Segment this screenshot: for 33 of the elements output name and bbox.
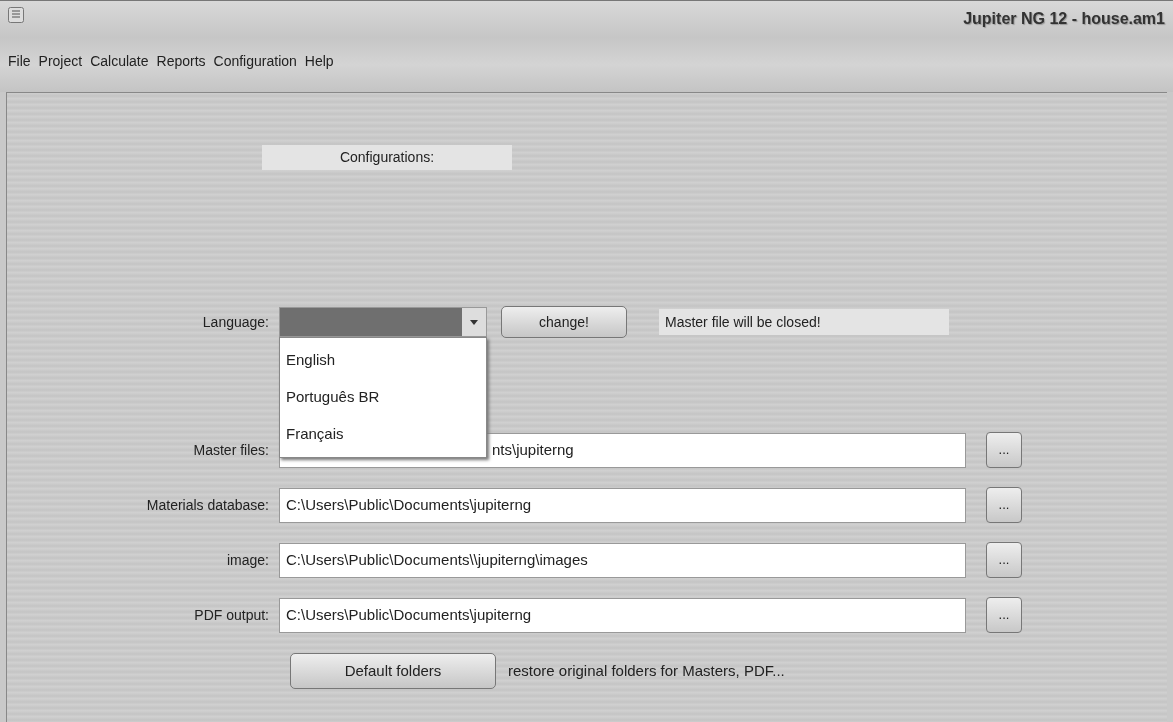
field-label: PDF output: [193,605,270,625]
folder-path-value: nts\jupiterng [492,439,574,460]
browse-button[interactable]: ... [986,597,1022,633]
folder-path-value: C:\Users\Public\Documents\jupiterng [286,604,532,625]
caret-icon [462,308,486,336]
browse-button[interactable]: ... [986,432,1022,468]
menu-item[interactable]: Project [34,51,87,72]
menu-item[interactable]: File [4,51,35,72]
folder-path-field[interactable]: C:\Users\Public\Documents\\jupiterng\images [279,542,966,578]
menu-item[interactable]: Reports [152,51,210,72]
window-menu-icon[interactable] [8,7,24,23]
browse-button[interactable]: ... [986,487,1022,523]
field-label: image: [225,550,270,570]
folder-path-field[interactable]: C:\Users\Public\Documents\jupiterng [279,487,966,523]
change-button[interactable]: change! [501,306,627,338]
menu-item[interactable]: Calculate [86,51,153,72]
menu-item[interactable]: Help [300,51,338,72]
dropdown-option[interactable]: Português BR [280,379,486,416]
field-label: Language: [201,312,270,332]
menu-item[interactable]: Configuration [209,51,301,72]
field-label: Master files: [192,440,270,460]
folder-path-field[interactable]: C:\Users\Public\Documents\jupiterng [279,597,966,633]
field-label: Materials database: [145,495,270,515]
folder-path-value: C:\Users\Public\Documents\jupiterng [286,494,532,515]
default-folders-button[interactable]: Default folders [290,653,496,689]
section-title: Configurations: [262,145,512,170]
default-folders-note: restore original folders for Masters, PDF... [508,660,785,681]
language-dropdown[interactable] [279,307,487,337]
warning-message: Master file will be closed! [659,309,949,335]
window-title: Jupiter NG 12 - house.am1 [963,9,1165,29]
dropdown-option[interactable]: English [280,342,486,379]
browse-button[interactable]: ... [986,542,1022,578]
folder-path-value: C:\Users\Public\Documents\\jupiterng\images [286,549,588,570]
